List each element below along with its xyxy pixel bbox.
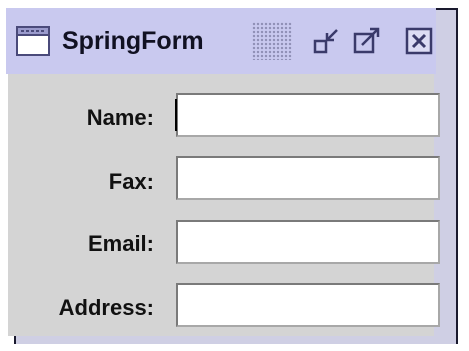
window-title: SpringForm	[62, 27, 204, 55]
iconify-button[interactable]	[310, 24, 344, 58]
address-field[interactable]	[176, 283, 440, 327]
address-label: Address:	[58, 295, 154, 320]
window-icon	[16, 26, 50, 56]
name-field[interactable]	[176, 93, 440, 137]
iconify-icon	[313, 29, 338, 54]
email-label: Email:	[87, 231, 154, 256]
maximize-button[interactable]	[350, 24, 384, 58]
title-grip	[252, 22, 292, 60]
text-caret	[175, 99, 177, 131]
close-button[interactable]	[402, 24, 436, 58]
email-field[interactable]	[176, 220, 440, 264]
title-bar[interactable]: SpringForm	[6, 8, 436, 74]
name-label: Name:	[86, 105, 154, 130]
fax-field[interactable]	[176, 156, 440, 200]
form-panel: Name: Fax: Email: Address:	[8, 74, 440, 336]
maximize-icon	[353, 27, 380, 54]
close-icon	[405, 27, 433, 55]
fax-label: Fax:	[108, 169, 154, 194]
